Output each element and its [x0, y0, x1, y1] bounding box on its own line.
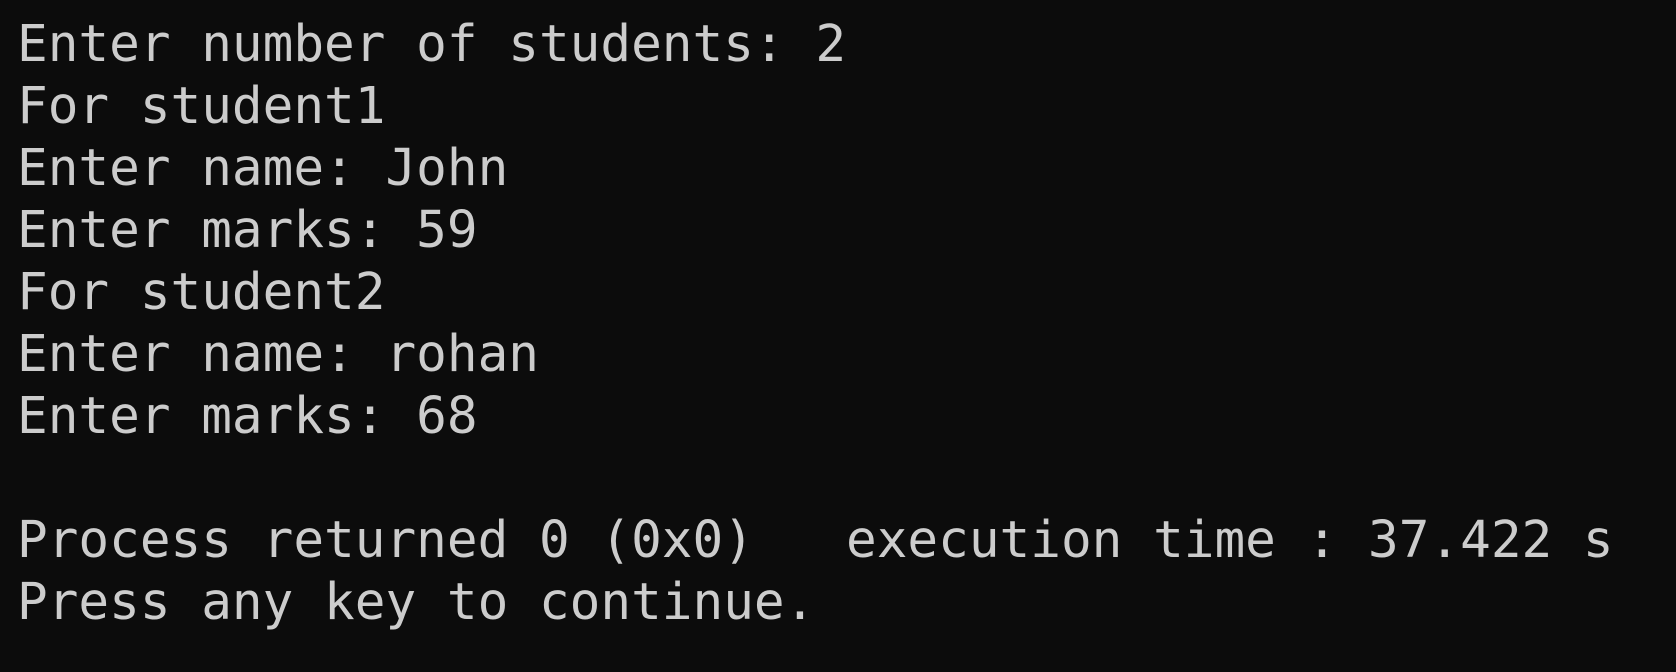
console-line-student2-header: For student2: [17, 263, 386, 322]
console-line-student1-header: For student1: [17, 77, 386, 136]
console-window[interactable]: Enter number of students: 2 For student1…: [0, 0, 1676, 672]
console-line-student1-marks: Enter marks: 59: [17, 201, 478, 260]
console-line-student1-name: Enter name: John: [17, 139, 509, 198]
console-line-student2-name: Enter name: rohan: [17, 325, 539, 384]
console-line-prompt-count: Enter number of students: 2: [17, 15, 847, 74]
console-line-process-returned: Process returned 0 (0x0) execution time …: [17, 511, 1614, 570]
console-line-press-any-key: Press any key to continue.: [17, 573, 816, 632]
console-line-student2-marks: Enter marks: 68: [17, 387, 478, 446]
